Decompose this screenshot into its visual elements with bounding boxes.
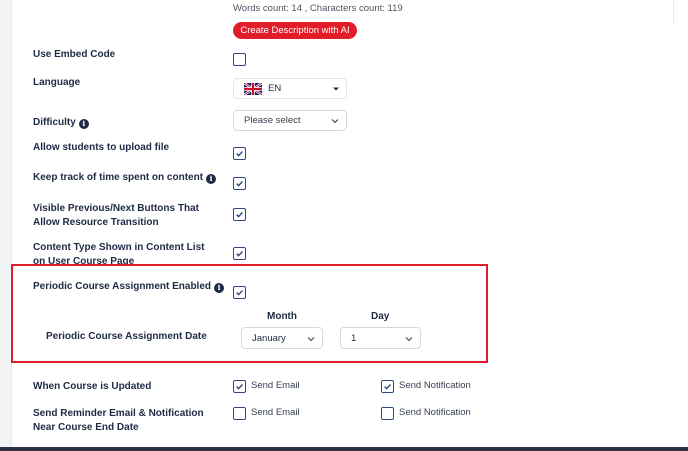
- month-select[interactable]: January: [241, 327, 323, 349]
- difficulty-select[interactable]: Please select: [233, 110, 347, 131]
- day-select[interactable]: 1: [340, 327, 421, 349]
- checkmark-icon: [236, 212, 243, 218]
- word-character-counter: Words count: 14 , Characters count: 119: [233, 3, 403, 14]
- reminder-email-label: Send Email: [251, 407, 300, 418]
- checkmark-icon: [236, 181, 243, 187]
- info-icon[interactable]: i: [78, 119, 89, 129]
- course-updated-notification-label: Send Notification: [399, 380, 471, 391]
- day-header: Day: [371, 311, 390, 322]
- prev-next-label: Visible Previous/Next Buttons That Allow…: [33, 203, 199, 228]
- checkmark-icon: [236, 290, 243, 296]
- bottom-bar: [0, 447, 688, 451]
- day-value: 1: [351, 332, 357, 344]
- month-header: Month: [267, 311, 297, 322]
- checkmark-icon: [236, 251, 243, 257]
- course-updated-notification-checkbox[interactable]: [381, 380, 394, 393]
- course-updated-email-label: Send Email: [251, 380, 300, 391]
- prev-next-checkbox[interactable]: [233, 208, 246, 221]
- course-updated-label: When Course is Updated: [33, 381, 152, 392]
- checkmark-icon: [236, 384, 243, 390]
- uk-flag-icon: [244, 82, 262, 95]
- left-rail: [0, 0, 12, 451]
- course-updated-email-checkbox[interactable]: [233, 380, 246, 393]
- chevron-down-icon: [331, 119, 339, 124]
- divider: [673, 0, 674, 24]
- caret-down-icon: [333, 87, 339, 91]
- language-select[interactable]: EN: [233, 78, 347, 99]
- month-value: January: [252, 332, 286, 344]
- language-label: Language: [33, 77, 81, 88]
- periodic-enabled-checkbox[interactable]: [233, 286, 246, 299]
- content-type-checkbox[interactable]: [233, 247, 246, 260]
- info-icon[interactable]: i: [214, 283, 225, 293]
- checkmark-icon: [384, 384, 391, 390]
- language-value: EN: [268, 83, 282, 94]
- chevron-down-icon: [405, 337, 413, 342]
- reminder-notification-checkbox[interactable]: [381, 407, 394, 420]
- track-time-label: Keep track of time spent on content i: [33, 171, 253, 185]
- use-embed-code-label: Use Embed Code: [33, 49, 116, 60]
- reminder-email-checkbox[interactable]: [233, 407, 246, 420]
- create-description-ai-button[interactable]: Create Description with AI: [233, 22, 357, 39]
- use-embed-code-checkbox[interactable]: [233, 53, 246, 66]
- reminder-notification-label: Send Notification: [399, 407, 471, 418]
- difficulty-label: Difficulty i: [33, 116, 223, 130]
- upload-file-label: Allow students to upload file: [33, 142, 170, 153]
- periodic-date-label: Periodic Course Assignment Date: [46, 331, 207, 342]
- content-type-label: Content Type Shown in Content List on Us…: [33, 242, 205, 264]
- reminder-label: Send Reminder Email & Notification Near …: [33, 408, 204, 433]
- periodic-enabled-label: Periodic Course Assignment Enabled i: [33, 280, 233, 294]
- chevron-down-icon: [307, 337, 315, 342]
- difficulty-placeholder: Please select: [244, 115, 301, 126]
- upload-file-checkbox[interactable]: [233, 147, 246, 160]
- track-time-checkbox[interactable]: [233, 177, 246, 190]
- info-icon[interactable]: i: [206, 174, 217, 184]
- checkmark-icon: [236, 151, 243, 157]
